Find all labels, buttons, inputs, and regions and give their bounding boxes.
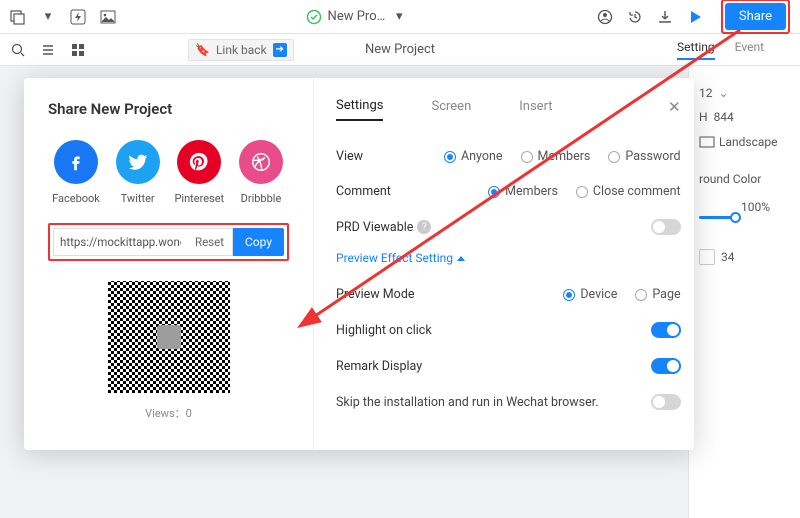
- highlight-toggle[interactable]: [651, 322, 681, 338]
- share-pinterest[interactable]: Pintereset: [171, 140, 227, 205]
- highlight-label: Highlight on click: [336, 323, 432, 338]
- remark-toggle[interactable]: [651, 358, 681, 374]
- tab-insert[interactable]: Insert: [519, 93, 552, 120]
- modal-overlay: Share New Project Facebook Twitter Pinte…: [0, 0, 800, 518]
- pinterest-label: Pintereset: [174, 192, 224, 205]
- share-left-pane: Share New Project Facebook Twitter Pinte…: [24, 78, 314, 450]
- view-anyone-radio[interactable]: Anyone: [444, 149, 503, 164]
- wechat-row: Skip the installation and run in Wechat …: [336, 384, 681, 420]
- prd-viewable-row: PRD Viewable ?: [336, 209, 681, 245]
- comment-permission-row: Comment Members Close comment: [336, 174, 681, 209]
- share-url-input[interactable]: [53, 228, 187, 256]
- comment-label: Comment: [336, 184, 444, 199]
- share-right-pane: Settings Screen Insert ✕ View Anyone Mem…: [314, 78, 703, 450]
- wechat-label: Skip the installation and run in Wechat …: [336, 395, 651, 410]
- caret-up-icon: [457, 256, 465, 261]
- share-twitter[interactable]: Twitter: [110, 140, 166, 205]
- prd-label: PRD Viewable: [336, 220, 413, 235]
- remark-row: Remark Display: [336, 348, 681, 384]
- share-url-row: Reset Copy: [48, 223, 289, 261]
- views-count: Views：0: [48, 405, 289, 421]
- preview-page-radio[interactable]: Page: [635, 287, 680, 302]
- social-row: Facebook Twitter Pintereset Dribbble: [48, 140, 289, 205]
- highlight-row: Highlight on click: [336, 312, 681, 348]
- help-icon[interactable]: ?: [417, 220, 431, 234]
- twitter-icon: [116, 140, 160, 184]
- dribbble-icon: [239, 140, 283, 184]
- share-dribbble[interactable]: Dribbble: [233, 140, 289, 205]
- preview-device-radio[interactable]: Device: [563, 287, 617, 302]
- view-password-radio[interactable]: Password: [608, 149, 680, 164]
- pinterest-icon: [177, 140, 221, 184]
- dribbble-label: Dribbble: [241, 192, 282, 205]
- close-modal-button[interactable]: ✕: [668, 98, 681, 116]
- comment-close-radio[interactable]: Close comment: [576, 184, 681, 199]
- share-settings-tabs: Settings Screen Insert ✕: [336, 92, 681, 121]
- facebook-icon: [54, 140, 98, 184]
- facebook-label: Facebook: [52, 192, 100, 205]
- prd-toggle[interactable]: [651, 219, 681, 235]
- tab-settings[interactable]: Settings: [336, 92, 383, 121]
- tab-screen[interactable]: Screen: [431, 93, 471, 120]
- reset-url-button[interactable]: Reset: [187, 228, 233, 256]
- view-label: View: [336, 149, 444, 164]
- remark-label: Remark Display: [336, 359, 422, 374]
- qr-code: [104, 277, 234, 397]
- wechat-toggle[interactable]: [651, 394, 681, 410]
- copy-url-button[interactable]: Copy: [233, 228, 284, 256]
- preview-mode-label: Preview Mode: [336, 287, 444, 302]
- preview-mode-row: Preview Mode Device Page: [336, 277, 681, 312]
- share-facebook[interactable]: Facebook: [48, 140, 104, 205]
- comment-members-radio[interactable]: Members: [488, 184, 558, 199]
- view-members-radio[interactable]: Members: [521, 149, 591, 164]
- twitter-label: Twitter: [121, 192, 155, 205]
- view-permission-row: View Anyone Members Password: [336, 139, 681, 174]
- share-modal-title: Share New Project: [48, 100, 289, 118]
- preview-effect-link[interactable]: Preview Effect Setting: [336, 251, 681, 265]
- share-modal: Share New Project Facebook Twitter Pinte…: [24, 78, 694, 450]
